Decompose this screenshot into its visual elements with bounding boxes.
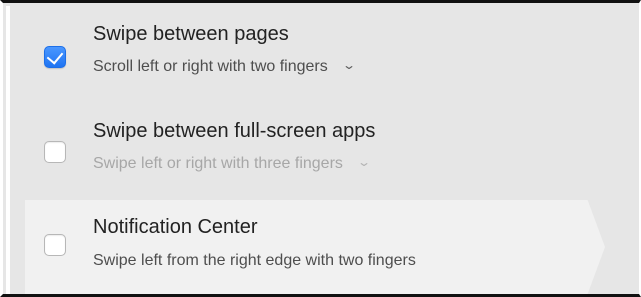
chevron-down-icon[interactable]: ⌄ [357, 155, 371, 169]
trackpad-more-gestures-panel: Swipe between pages Scroll left or right… [0, 0, 641, 297]
option-subtitle[interactable]: Swipe left or right with three fingers ⌄ [93, 155, 371, 173]
option-subtitle[interactable]: Scroll left or right with two fingers ⌄ [93, 58, 356, 76]
option-title: Notification Center [93, 216, 258, 238]
option-title: Swipe between full-screen apps [93, 120, 376, 142]
option-subtitle: Swipe left from the right edge with two … [93, 252, 416, 269]
chevron-down-icon[interactable]: ⌄ [342, 58, 356, 72]
option-swipe-between-pages[interactable]: Swipe between pages Scroll left or right… [3, 15, 623, 95]
option-swipe-between-full-screen-apps[interactable]: Swipe between full-screen apps Swipe lef… [3, 110, 623, 190]
option-subtitle-text: Scroll left or right with two fingers [93, 58, 328, 75]
checkmark-icon [46, 47, 64, 65]
swipe-between-pages-checkbox[interactable] [44, 46, 66, 68]
option-title: Swipe between pages [93, 23, 289, 45]
option-subtitle-text: Swipe left or right with three fingers [93, 155, 343, 172]
option-notification-center[interactable]: Notification Center Swipe left from the … [3, 201, 623, 281]
swipe-between-full-screen-apps-checkbox[interactable] [44, 141, 66, 163]
notification-center-checkbox[interactable] [44, 234, 66, 256]
